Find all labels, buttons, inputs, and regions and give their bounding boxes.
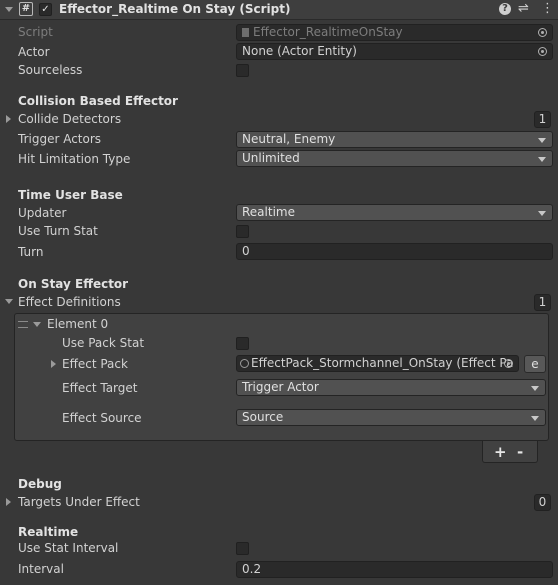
effect-target-label: Effect Target (62, 381, 138, 395)
use-stat-interval-checkbox[interactable] (236, 542, 249, 555)
component-title: Effector_Realtime On Stay (Script) (59, 2, 291, 16)
chevron-down-icon (538, 138, 546, 143)
component-foldout-icon[interactable] (5, 7, 13, 12)
turn-value: 0 (242, 244, 250, 258)
effect-source-dropdown[interactable]: Source (236, 409, 546, 426)
presets-icon[interactable]: ⇌ (518, 1, 529, 16)
effect-pack-object-picker-icon[interactable] (504, 359, 513, 368)
chevron-down-icon (538, 157, 546, 162)
script-object-picker-icon (538, 28, 547, 37)
script-field: Effector_RealtimeOnStay (236, 24, 553, 41)
updater-label: Updater (18, 206, 67, 220)
add-element-button[interactable]: + (494, 443, 507, 461)
collide-detectors-foldout-icon[interactable] (6, 115, 11, 123)
collision-section-title: Collision Based Effector (18, 94, 178, 108)
component-enabled-checkbox[interactable]: ✓ (39, 3, 52, 16)
collide-detectors-size[interactable]: 1 (534, 111, 551, 128)
sourceless-checkbox[interactable] (236, 64, 249, 77)
time-user-section-title: Time User Base (18, 188, 123, 202)
updater-value: Realtime (242, 205, 295, 219)
debug-section-title: Debug (18, 477, 62, 491)
script-value: Effector_RealtimeOnStay (253, 25, 403, 39)
sourceless-label: Sourceless (18, 63, 83, 77)
turn-label: Turn (18, 245, 44, 259)
effect-pack-label[interactable]: Effect Pack (62, 357, 128, 371)
use-stat-interval-label: Use Stat Interval (18, 541, 119, 555)
help-icon[interactable]: ? (499, 3, 511, 15)
use-pack-stat-label: Use Pack Stat (62, 336, 145, 350)
actor-value: None (Actor Entity) (242, 44, 357, 58)
realtime-section-title: Realtime (18, 525, 79, 539)
script-component-icon: # (19, 2, 33, 16)
use-turn-stat-label: Use Turn Stat (18, 224, 98, 238)
actor-label: Actor (18, 45, 50, 59)
effect-source-label: Effect Source (62, 411, 142, 425)
effect-definitions-foldout-icon[interactable] (5, 299, 13, 304)
script-label: Script (18, 25, 53, 39)
chevron-down-icon (531, 386, 539, 391)
updater-dropdown[interactable]: Realtime (236, 204, 553, 221)
interval-input[interactable]: 0.2 (236, 561, 553, 578)
interval-value: 0.2 (242, 562, 262, 576)
list-add-remove-footer (482, 441, 538, 463)
use-turn-stat-checkbox[interactable] (236, 225, 249, 238)
turn-input[interactable]: 0 (236, 243, 553, 260)
targets-under-effect-size[interactable]: 0 (534, 494, 551, 511)
hit-limitation-label: Hit Limitation Type (18, 152, 131, 166)
targets-foldout-icon[interactable] (6, 498, 11, 506)
effect-pack-foldout-icon[interactable] (51, 360, 56, 368)
effect-source-value: Source (242, 410, 284, 424)
trigger-actors-dropdown[interactable]: Neutral, Enemy (236, 131, 553, 148)
effect-target-value: Trigger Actor (242, 380, 319, 394)
effect-definitions-label[interactable]: Effect Definitions (18, 295, 121, 309)
effect-pack-edit-button[interactable]: e (524, 355, 546, 373)
element-label[interactable]: Element 0 (47, 317, 108, 331)
effect-pack-asset-icon (240, 359, 249, 368)
remove-element-button[interactable]: - (517, 443, 523, 461)
context-menu-icon[interactable]: ⋮ (541, 1, 554, 16)
interval-label: Interval (18, 562, 64, 576)
hit-limitation-dropdown[interactable]: Unlimited (236, 150, 553, 167)
chevron-down-icon (531, 416, 539, 421)
actor-object-picker-icon[interactable] (538, 47, 547, 56)
collide-detectors-label[interactable]: Collide Detectors (18, 112, 121, 126)
effect-target-dropdown[interactable]: Trigger Actor (236, 379, 546, 396)
chevron-down-icon (538, 211, 546, 216)
targets-under-effect-label[interactable]: Targets Under Effect (18, 495, 140, 509)
on-stay-section-title: On Stay Effector (18, 277, 129, 291)
script-file-icon (242, 28, 249, 37)
component-header: # ✓ Effector_Realtime On Stay (Script) ?… (0, 0, 558, 20)
use-pack-stat-checkbox[interactable] (236, 337, 249, 350)
effect-pack-value: EffectPack_Stormchannel_OnStay (Effect P… (251, 356, 514, 370)
drag-handle-icon[interactable] (18, 321, 28, 328)
trigger-actors-label: Trigger Actors (18, 132, 102, 146)
effect-pack-field[interactable]: EffectPack_Stormchannel_OnStay (Effect P… (236, 355, 519, 372)
element-foldout-icon[interactable] (33, 322, 41, 327)
effect-definitions-size[interactable]: 1 (534, 294, 551, 311)
trigger-actors-value: Neutral, Enemy (242, 132, 336, 146)
hit-limitation-value: Unlimited (242, 151, 300, 165)
actor-field[interactable]: None (Actor Entity) (236, 43, 553, 60)
